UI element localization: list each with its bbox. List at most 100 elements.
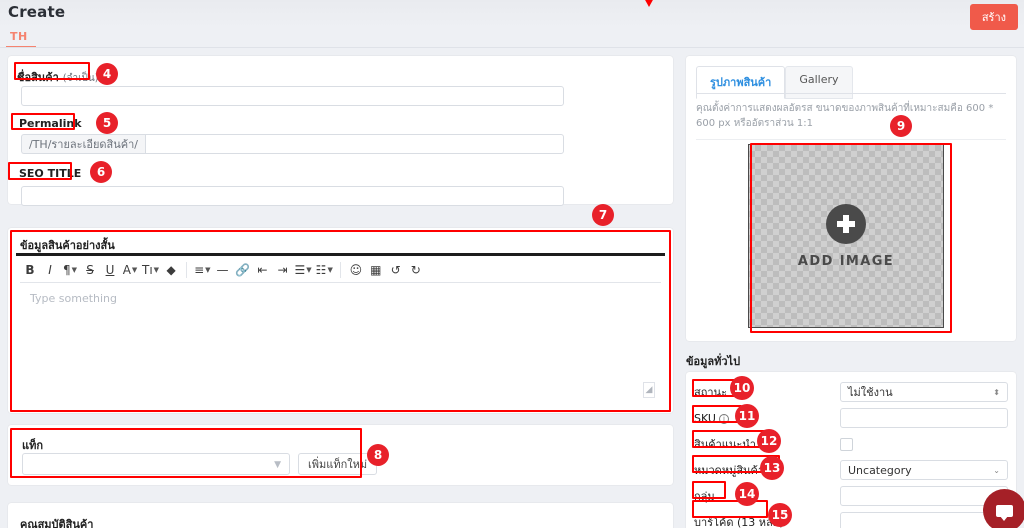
chevron-down-icon: ▼ xyxy=(205,266,211,274)
general-row-field[interactable]: Uncategory ⌄ xyxy=(840,460,1008,480)
chevron-down-icon: ⌄ xyxy=(993,465,1000,475)
unordered-list-icon[interactable]: ☷ ▼ xyxy=(314,258,335,282)
toolbar-separator xyxy=(339,262,341,278)
annotation-step-badge: 10 xyxy=(730,376,754,400)
add-image-label: ADD IMAGE xyxy=(797,253,895,269)
annotation-step-badge: 6 xyxy=(90,161,112,183)
align-icon[interactable]: ≡ ▼ xyxy=(192,258,212,282)
annotation-step-badge: 9 xyxy=(890,115,912,137)
tab-th[interactable]: TH xyxy=(10,30,28,43)
indent-icon[interactable]: ⇥ xyxy=(273,258,293,282)
highlight-color-icon[interactable]: ◆ xyxy=(161,258,181,282)
product-image-card: รูปภาพสินค้า Gallery คุณตั้งค่าการแสดงผล… xyxy=(686,56,1016,341)
general-row-value: ไม่ใช้งาน xyxy=(848,386,893,399)
app-root: Create สร้าง TH ชื่อสินค้า (จำเป็น) Perm… xyxy=(0,0,1024,528)
annotation-step-badge: 15 xyxy=(768,503,792,527)
annotation-step-badge: 8 xyxy=(367,444,389,466)
general-row: บาร์โค้ด (13 หลัก) xyxy=(694,508,1008,528)
tag-label: แท็ก xyxy=(22,439,44,452)
image-tabs: รูปภาพสินค้า Gallery xyxy=(696,66,853,99)
image-size-hint: คุณตั้งค่าการแสดงผลอัตรส ขนาดของภาพสินค้… xyxy=(696,103,994,129)
chat-bubble-icon[interactable] xyxy=(983,489,1024,528)
product-name-required-text: (จำเป็น) xyxy=(62,73,99,84)
ordered-list-icon[interactable]: ☰ ▼ xyxy=(293,258,314,282)
permalink-label: Permalink xyxy=(19,117,82,130)
annotation-step-badge: 12 xyxy=(757,429,781,453)
image-tabs-rule xyxy=(696,93,1006,94)
paragraph-format-icon[interactable]: ¶ ▼ xyxy=(60,258,80,282)
short-description-divider xyxy=(16,253,665,256)
rich-text-placeholder: Type something xyxy=(30,292,118,305)
product-name-label-text: ชื่อสินค้า xyxy=(17,71,59,84)
annotation-step-badge: 5 xyxy=(96,112,118,134)
underline-icon[interactable]: U xyxy=(100,258,120,282)
featured-product-checkbox[interactable] xyxy=(840,437,853,451)
horizontal-rule-icon[interactable]: — xyxy=(213,258,233,282)
chevron-down-icon: ▼ xyxy=(153,266,160,274)
add-new-tag-button[interactable]: เพิ่มแท็กใหม่ xyxy=(298,453,378,475)
image-hint-rule xyxy=(696,139,1006,140)
general-row: หมวดหมู่สินค้า Uncategory ⌄ xyxy=(694,456,1008,484)
seo-title-input[interactable] xyxy=(21,186,564,206)
cursor-pointer-arrow xyxy=(644,0,654,7)
permalink-input[interactable] xyxy=(145,134,564,154)
chevron-down-icon: ▼ xyxy=(306,266,312,274)
product-name-input[interactable] xyxy=(21,86,564,106)
link-icon[interactable]: 🔗 xyxy=(233,258,253,282)
chat-bubble-shape xyxy=(996,504,1013,521)
top-bar: Create สร้าง xyxy=(0,0,1024,30)
product-properties-card: คุณสมบัติสินค้า xyxy=(8,503,673,528)
short-description-card: ข้อมูลสินค้าอย่างสั้น B I ¶ ▼ S U A ▼ Tı ▼ ◆ ≡ ▼ — 🔗 ⇤ ⇥… xyxy=(8,228,673,413)
redo-icon[interactable]: ↻ xyxy=(406,258,426,282)
chevron-down-icon: ▼ xyxy=(71,266,78,274)
emoji-icon[interactable]: ☺ xyxy=(346,258,366,282)
general-row-field[interactable] xyxy=(840,408,1008,428)
plus-icon xyxy=(826,203,866,244)
permalink-prefix: /TH/รายละเอียดสินค้า/ xyxy=(21,134,146,154)
chevron-down-icon: ▼ xyxy=(327,266,333,274)
product-properties-label: คุณสมบัติสินค้า xyxy=(20,518,94,528)
general-info-heading: ข้อมูลทั่วไป xyxy=(686,355,741,368)
general-row-label: สถานะ xyxy=(694,386,727,399)
page-title: Create xyxy=(8,3,66,21)
general-row-field[interactable] xyxy=(840,486,1008,506)
tag-card: แท็ก ▼ เพิ่มแท็กใหม่ xyxy=(8,425,673,485)
annotation-step-badge: 13 xyxy=(760,456,784,480)
general-row-value: Uncategory xyxy=(848,463,912,477)
outdent-icon[interactable]: ⇤ xyxy=(253,258,273,282)
rich-text-editor-body[interactable]: Type something ◢ xyxy=(20,284,661,402)
product-name-label: ชื่อสินค้า (จำเป็น) xyxy=(17,68,99,86)
general-row-field[interactable]: ไม่ใช้งาน ⬍ xyxy=(840,382,1008,402)
text-color-icon[interactable]: A ▼ xyxy=(120,258,140,282)
tab-product-image[interactable]: รูปภาพสินค้า xyxy=(696,66,786,99)
general-row-label: กลุ่ม xyxy=(694,490,715,503)
strikethrough-icon[interactable]: S xyxy=(80,258,100,282)
annotation-step-badge: 7 xyxy=(592,204,614,226)
italic-icon[interactable]: I xyxy=(40,258,60,282)
info-icon[interactable]: i xyxy=(718,413,729,424)
seo-title-label: SEO TITLE xyxy=(19,167,82,180)
create-button[interactable]: สร้าง xyxy=(969,4,1018,30)
general-row: สินค้าแนะนำ xyxy=(694,430,1008,458)
bold-icon[interactable]: B xyxy=(20,258,40,282)
language-tab-bar: TH xyxy=(0,28,1024,50)
tab-gallery[interactable]: Gallery xyxy=(785,66,853,99)
toolbar-separator xyxy=(186,262,188,278)
undo-icon[interactable]: ↺ xyxy=(386,258,406,282)
chevron-down-icon: ▼ xyxy=(274,460,281,470)
chevron-down-icon: ▼ xyxy=(131,266,138,274)
general-row-label: บาร์โค้ด (13 หลัก) xyxy=(694,516,784,528)
font-size-icon[interactable]: Tı ▼ xyxy=(140,258,161,282)
permalink-row: /TH/รายละเอียดสินค้า/ xyxy=(21,134,564,154)
tag-select[interactable]: ▼ xyxy=(22,453,290,475)
annotation-step-badge: 4 xyxy=(96,63,118,85)
rich-text-toolbar: B I ¶ ▼ S U A ▼ Tı ▼ ◆ ≡ ▼ — 🔗 ⇤ ⇥ ☰ ▼ ☷ ▼ ☺ ▦ ↺ ↻ xyxy=(20,258,661,283)
table-icon[interactable]: ▦ xyxy=(366,258,386,282)
stepper-icon: ⬍ xyxy=(993,387,1000,397)
annotation-step-badge: 11 xyxy=(735,404,759,428)
annotation-step-badge: 14 xyxy=(735,482,759,506)
add-image-dropzone[interactable]: ADD IMAGE xyxy=(748,144,944,328)
editor-resize-handle[interactable]: ◢ xyxy=(643,382,655,398)
general-row-label: SKU i xyxy=(694,412,834,425)
tab-bar-rule xyxy=(0,47,1024,48)
